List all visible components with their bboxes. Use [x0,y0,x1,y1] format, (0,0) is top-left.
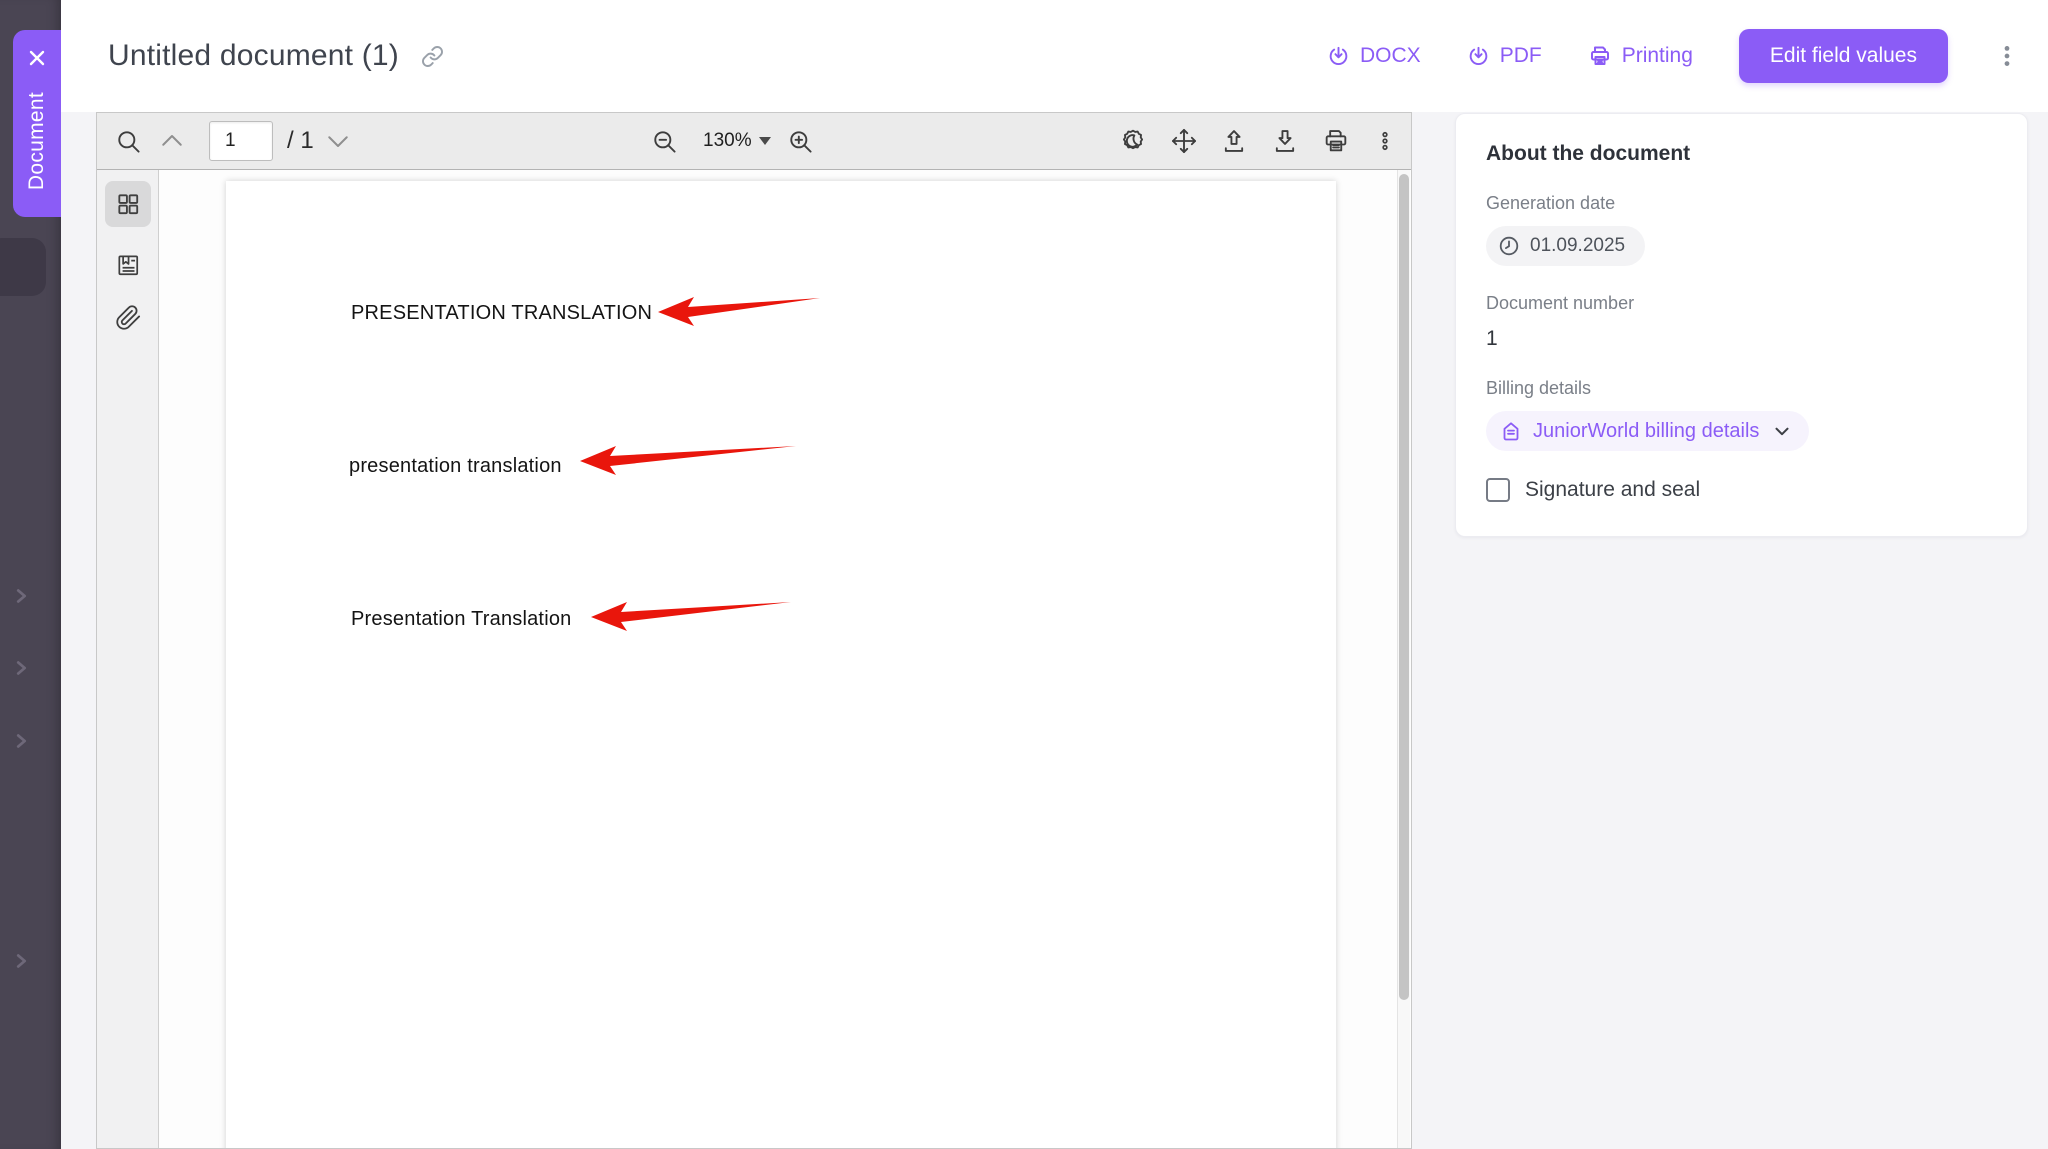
pdf-toolbar: / 1 130% [97,113,1411,170]
printing-label: Printing [1622,44,1693,68]
zoom-level-dropdown[interactable]: 130% [703,113,771,169]
thumbnails-panel-icon[interactable] [105,181,151,227]
rail-expand-icon[interactable] [10,657,32,679]
document-number-value: 1 [1486,327,1997,351]
red-arrow-annotation [591,598,791,632]
document-text-line: presentation translation [349,455,562,478]
page-total-label: / 1 [287,113,314,169]
zoom-out-icon[interactable] [651,113,678,169]
document-tab-label: Document [25,92,49,190]
scrollbar-thumb[interactable] [1399,174,1409,1000]
billing-details-value: JuniorWorld billing details [1533,420,1759,443]
caret-down-icon [759,137,771,145]
signature-seal-label: Signature and seal [1525,478,1700,502]
download-circle-icon [1327,45,1350,68]
viewer-side-strip [97,170,159,1148]
upload-icon[interactable] [1220,113,1248,169]
generation-date-value: 01.09.2025 [1530,235,1625,257]
chevron-down-icon [1771,420,1793,442]
pdf-label: PDF [1500,44,1542,68]
document-page[interactable]: PRESENTATION TRANSLATION presentation tr… [226,181,1336,1149]
pan-move-icon[interactable] [1170,113,1198,169]
attachments-panel-icon[interactable] [105,294,151,340]
document-text-line: Presentation Translation [351,608,571,631]
pdf-viewer: / 1 130% [96,112,1412,1149]
page-number-input[interactable] [209,121,273,161]
billing-document-icon [1499,419,1523,443]
clock-icon [1497,234,1521,258]
close-icon[interactable] [25,46,49,70]
next-page-icon[interactable] [323,113,353,169]
zoom-in-icon[interactable] [787,113,814,169]
rail-expand-icon[interactable] [10,950,32,972]
rail-active-item[interactable] [0,238,46,296]
about-document-panel: About the document Generation date 01.09… [1455,113,2028,537]
bookmarks-panel-icon[interactable] [105,242,151,288]
printing-button[interactable]: Printing [1588,44,1693,68]
download-docx-button[interactable]: DOCX [1327,44,1421,68]
page-header: Untitled document (1) DOCX PDF Printing … [61,0,2048,112]
more-options-icon[interactable] [1994,43,2020,69]
printer-icon [1588,44,1612,68]
generation-date-label: Generation date [1486,193,1997,214]
signature-seal-checkbox[interactable] [1486,478,1510,502]
left-navigation-rail: Document [0,0,61,1149]
more-tools-icon[interactable] [1374,113,1396,169]
red-arrow-annotation [658,293,820,327]
zoom-level-value: 130% [703,130,752,152]
app-window: Document Untitled document (1) DOCX PDF [0,0,2048,1149]
edit-field-values-button[interactable]: Edit field values [1739,29,1948,83]
previous-page-icon[interactable] [157,113,187,169]
panel-title: About the document [1486,142,1997,166]
document-drawer-tab[interactable]: Document [13,30,61,217]
search-icon[interactable] [115,113,142,169]
document-text-line: PRESENTATION TRANSLATION [351,302,652,325]
generation-date-chip: 01.09.2025 [1486,226,1645,266]
page-title: Untitled document (1) [108,39,399,73]
billing-details-dropdown[interactable]: JuniorWorld billing details [1486,411,1809,451]
billing-details-label: Billing details [1486,378,1997,399]
download-circle-icon [1467,45,1490,68]
download-icon[interactable] [1271,113,1299,169]
signature-seal-row: Signature and seal [1486,478,1997,502]
print-icon[interactable] [1322,113,1350,169]
appearance-theme-icon[interactable] [1119,113,1147,169]
download-pdf-button[interactable]: PDF [1467,44,1542,68]
docx-label: DOCX [1360,44,1421,68]
red-arrow-annotation [580,442,796,476]
rail-expand-icon[interactable] [10,730,32,752]
document-number-label: Document number [1486,293,1997,314]
vertical-scrollbar[interactable] [1397,170,1410,1148]
copy-link-icon[interactable] [421,45,444,68]
rail-expand-icon[interactable] [10,585,32,607]
